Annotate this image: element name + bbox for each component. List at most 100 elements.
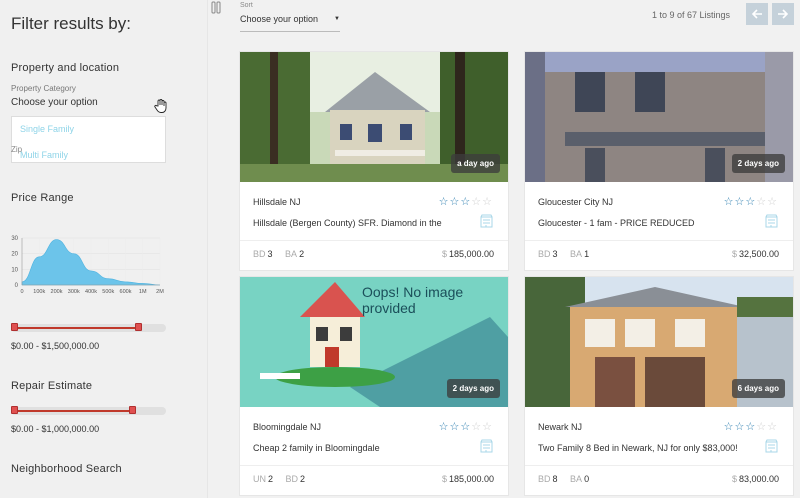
star-empty-icon: ☆	[482, 421, 493, 433]
listing-stats: BD 3 BA 1	[538, 249, 599, 259]
price-value: 185,000.00	[448, 474, 494, 484]
listing-stats: BD 8 BA 0	[538, 474, 599, 484]
star-filled-icon: ☆	[438, 421, 450, 433]
category-dropdown: Single Family Multi Family	[11, 116, 166, 163]
chart-y-tick-label: 30	[11, 236, 18, 242]
stat-key: UN	[253, 474, 266, 484]
listing-age-badge: a day ago	[451, 154, 500, 173]
price-max-handle[interactable]	[135, 323, 143, 331]
listing-city: Bloomingdale NJ	[253, 422, 322, 432]
prev-page-button[interactable]	[746, 3, 768, 25]
repair-range-slider[interactable]	[11, 406, 166, 415]
stat-value: 3	[552, 249, 558, 259]
star-filled-icon: ☆	[449, 196, 461, 208]
listing-card[interactable]: 6 days ago Newark NJ ☆☆☆☆☆ Two Family 8 …	[524, 276, 794, 496]
stat-value: 2	[299, 249, 305, 259]
price-section-title: Price Range	[11, 192, 74, 204]
listing-card[interactable]: 2 days ago Gloucester City NJ ☆☆☆☆☆ Glou…	[524, 51, 794, 271]
listing-description: Two Family 8 Bed in Newark, NJ for only …	[538, 443, 738, 453]
listing-age-badge: 6 days ago	[731, 379, 785, 398]
rating-stars: ☆☆☆☆☆	[439, 195, 493, 208]
currency-symbol: $	[731, 474, 737, 484]
listing-city: Newark NJ	[538, 422, 583, 432]
card-divider	[525, 240, 793, 241]
chart-y-tick-label: 10	[11, 267, 18, 273]
chart-x-tick-label: 200k	[51, 289, 63, 295]
option-multi-family[interactable]: Multi Family	[20, 150, 68, 160]
price-range-text: $0.00 - $1,500,000.00	[11, 341, 100, 351]
sort-value: Choose your option	[240, 14, 319, 24]
star-filled-icon: ☆	[460, 196, 472, 208]
filter-title: Filter results by:	[11, 14, 131, 33]
price-value: 32,500.00	[738, 249, 779, 259]
rating-stars: ☆☆☆☆☆	[724, 420, 778, 433]
listing-price: $32,500.00	[732, 249, 779, 259]
chart-x-tick-label: 400k	[85, 289, 97, 295]
stat-key: BA	[570, 474, 583, 484]
hand-cursor-icon	[154, 99, 167, 113]
category-label: Property Category	[11, 84, 76, 93]
listing-price: $185,000.00	[442, 474, 494, 484]
listing-city: Hillsdale NJ	[253, 197, 301, 207]
chart-x-tick-label: 300k	[68, 289, 80, 295]
rating-stars: ☆☆☆☆☆	[724, 195, 778, 208]
building-icon[interactable]	[480, 439, 493, 453]
stat-value: 0	[584, 474, 590, 484]
caret-down-icon: ▼	[334, 16, 340, 22]
stat-key: BD	[538, 249, 551, 259]
stat-value: 8	[552, 474, 558, 484]
stat-value: 3	[267, 249, 273, 259]
listing-city: Gloucester City NJ	[538, 197, 614, 207]
currency-symbol: $	[731, 249, 737, 259]
card-divider	[525, 465, 793, 466]
building-icon[interactable]	[765, 439, 778, 453]
chart-x-tick-label: 1M	[139, 289, 147, 295]
arrow-right-icon	[778, 9, 789, 19]
chart-x-tick-label: 0	[20, 289, 23, 295]
sort-label: Sort	[240, 2, 253, 9]
listing-price: $185,000.00	[442, 249, 494, 259]
star-filled-icon: ☆	[723, 196, 735, 208]
option-single-family[interactable]: Single Family	[20, 124, 74, 134]
star-filled-icon: ☆	[734, 196, 746, 208]
chart-x-tick-label: 500k	[102, 289, 114, 295]
stat-value: 2	[300, 474, 306, 484]
chart-y-tick-label: 20	[11, 252, 18, 258]
stat-key: BA	[285, 249, 298, 259]
price-value: 185,000.00	[448, 249, 494, 259]
price-min-handle[interactable]	[11, 323, 18, 331]
star-empty-icon: ☆	[471, 196, 483, 208]
star-filled-icon: ☆	[460, 421, 472, 433]
price-value: 83,000.00	[738, 474, 779, 484]
star-empty-icon: ☆	[482, 196, 493, 208]
stat-value: 2	[268, 474, 274, 484]
listing-stats: UN 2 BD 2	[253, 474, 315, 484]
price-range-slider[interactable]	[11, 323, 166, 332]
star-empty-icon: ☆	[756, 196, 768, 208]
filter-sidebar: Filter results by: Property and location…	[0, 0, 208, 498]
star-empty-icon: ☆	[767, 196, 778, 208]
sort-select[interactable]: Choose your option ▼	[240, 12, 340, 32]
chart-y-tick-label: 0	[15, 283, 19, 289]
repair-max-handle[interactable]	[129, 406, 137, 414]
stat-key: BD	[285, 474, 299, 484]
next-page-button[interactable]	[772, 3, 794, 25]
stat-value: 1	[584, 249, 590, 259]
chart-x-tick-label: 100k	[33, 289, 45, 295]
no-image-text: Oops! No image provided	[362, 284, 464, 316]
listing-card[interactable]: Oops! No image provided 2 days ago Bloom…	[239, 276, 509, 496]
listing-card[interactable]: a day ago Hillsdale NJ ☆☆☆☆☆ Hillsdale (…	[239, 51, 509, 271]
listing-price: $83,000.00	[732, 474, 779, 484]
repair-min-handle[interactable]	[11, 406, 18, 414]
building-icon[interactable]	[765, 214, 778, 228]
building-icon[interactable]	[480, 214, 493, 228]
listing-age-badge: 2 days ago	[446, 379, 500, 398]
stat-key: BD	[253, 249, 266, 259]
stat-key: BA	[570, 249, 583, 259]
category-select[interactable]: Choose your option	[11, 97, 98, 108]
neighborhood-section-title: Neighborhood Search	[11, 463, 122, 475]
listing-description: Cheap 2 family in Bloomingdale	[253, 443, 380, 453]
collapse-sidebar-icon[interactable]	[211, 1, 221, 14]
card-divider	[240, 465, 508, 466]
listing-stats: BD 3 BA 2	[253, 249, 314, 259]
